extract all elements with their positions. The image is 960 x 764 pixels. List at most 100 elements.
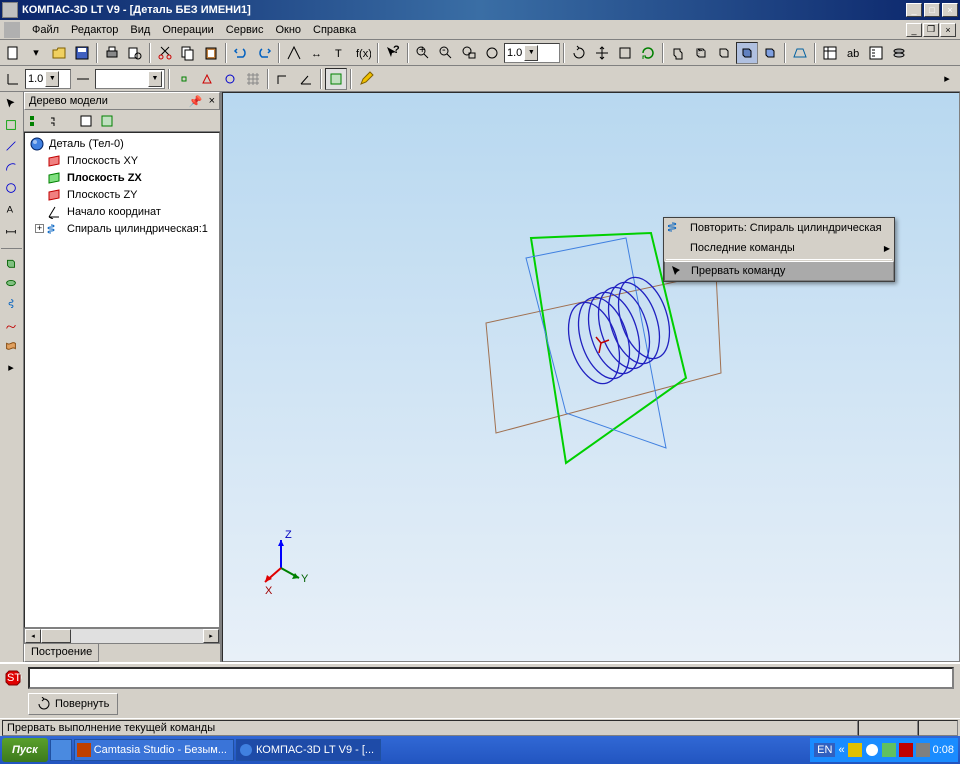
command-tab-rotate[interactable]: Повернуть (28, 693, 118, 715)
mdi-close-button[interactable]: × (940, 23, 956, 37)
tree-tool-4[interactable] (97, 111, 117, 131)
scroll-thumb[interactable] (41, 629, 71, 643)
tree-tab-build[interactable]: Построение (24, 644, 99, 662)
scroll-right-button[interactable]: ▸ (203, 629, 219, 643)
menu-file[interactable]: Файл (26, 22, 65, 38)
open-button[interactable] (48, 42, 70, 64)
help-cursor-button[interactable]: ? (382, 42, 404, 64)
dropdown-arrow-icon[interactable]: ▼ (524, 45, 538, 61)
mdi-restore-button[interactable]: ❐ (923, 23, 939, 37)
line-tool[interactable] (1, 136, 21, 156)
minimize-button[interactable]: _ (906, 3, 922, 17)
layers-button[interactable] (888, 42, 910, 64)
tool-text[interactable]: T (329, 42, 351, 64)
scroll-left-button[interactable]: ◂ (25, 629, 41, 643)
tray-icon-5[interactable] (916, 743, 930, 757)
shaded-edges-button[interactable] (759, 42, 781, 64)
dim-tool[interactable] (1, 220, 21, 240)
tray-icon-2[interactable] (865, 743, 879, 757)
start-button[interactable]: Пуск (2, 738, 48, 762)
redo-button[interactable] (253, 42, 275, 64)
3d-viewport[interactable]: Z Y X Повторить: Спираль цилиндрическая … (222, 92, 960, 662)
wireframe-button[interactable] (667, 42, 689, 64)
menu-view[interactable]: Вид (124, 22, 156, 38)
select-tool[interactable] (1, 94, 21, 114)
step-combo[interactable]: 1.0▼ (25, 69, 71, 89)
lang-indicator[interactable]: EN (814, 743, 835, 757)
perspective-button[interactable] (789, 42, 811, 64)
zoom-combo[interactable]: 1.0▼ (504, 43, 560, 63)
cut-button[interactable] (154, 42, 176, 64)
tree-plane-xy[interactable]: Плоскость XY (27, 152, 217, 169)
text-tool[interactable]: A (1, 199, 21, 219)
stop-button[interactable]: STOP (2, 667, 24, 689)
snap-center[interactable] (219, 68, 241, 90)
sketch-tool[interactable] (1, 115, 21, 135)
menu-operations[interactable]: Операции (156, 22, 219, 38)
menu-help[interactable]: Справка (307, 22, 362, 38)
menu-window[interactable]: Окно (269, 22, 307, 38)
sketch-mode-button[interactable] (325, 68, 347, 90)
mdi-minimize-button[interactable]: _ (906, 23, 922, 37)
tray-icon-4[interactable] (899, 743, 913, 757)
axis-button[interactable] (2, 68, 24, 90)
zoom-in-button[interactable]: + (412, 42, 434, 64)
zoom-fit-button[interactable] (481, 42, 503, 64)
style-combo[interactable]: ▼ (95, 69, 165, 89)
new-button[interactable] (2, 42, 24, 64)
surface-tool[interactable] (1, 336, 21, 356)
shaded-button[interactable] (736, 42, 758, 64)
expand-icon[interactable]: + (35, 224, 44, 233)
tree-scrollbar[interactable]: ◂ ▸ (24, 628, 220, 644)
close-button[interactable]: × (942, 3, 958, 17)
model-tree[interactable]: Деталь (Тел-0) Плоскость XY Плоскость ZX… (24, 132, 220, 628)
menu-editor[interactable]: Редактор (65, 22, 124, 38)
close-panel-icon[interactable]: × (209, 95, 215, 107)
dropdown-arrow-icon[interactable]: ▼ (45, 71, 59, 87)
clock[interactable]: 0:08 (933, 744, 954, 756)
tray-icon-1[interactable] (848, 743, 862, 757)
circle-tool[interactable] (1, 178, 21, 198)
hidden-lines-button[interactable] (690, 42, 712, 64)
expand-tool[interactable]: ▸ (1, 357, 21, 377)
refresh-button[interactable] (637, 42, 659, 64)
undo-button[interactable] (230, 42, 252, 64)
taskbar-task-2[interactable]: КОМПАС-3D LT V9 - [... (236, 739, 381, 761)
preview-button[interactable] (124, 42, 146, 64)
zoom-out-button[interactable]: - (435, 42, 457, 64)
edit-button[interactable] (355, 68, 377, 90)
tree-button[interactable] (865, 42, 887, 64)
tray-icon-3[interactable] (882, 743, 896, 757)
tray-arrow-icon[interactable]: « (838, 744, 844, 756)
maximize-button[interactable]: □ (924, 3, 940, 17)
no-hidden-button[interactable] (713, 42, 735, 64)
tree-root[interactable]: Деталь (Тел-0) (27, 135, 217, 152)
tree-tool-1[interactable] (25, 111, 45, 131)
tool-dim[interactable]: ↔ (306, 42, 328, 64)
view-button-1[interactable] (614, 42, 636, 64)
ctx-repeat[interactable]: Повторить: Спираль цилиндрическая (664, 218, 894, 238)
tree-tool-2[interactable] (46, 111, 66, 131)
tree-origin[interactable]: Начало координат (27, 203, 217, 220)
rotate-button[interactable] (568, 42, 590, 64)
more-button[interactable]: ▸ (936, 68, 958, 90)
curve-tool[interactable] (1, 315, 21, 335)
quicklaunch-1[interactable] (50, 739, 72, 761)
arc-tool[interactable] (1, 157, 21, 177)
snap-mid[interactable] (196, 68, 218, 90)
extrude-tool[interactable] (1, 252, 21, 272)
tool-orient[interactable] (283, 42, 305, 64)
tree-plane-zy[interactable]: Плоскость ZY (27, 186, 217, 203)
copy-button[interactable] (177, 42, 199, 64)
snap-end[interactable] (173, 68, 195, 90)
command-input[interactable] (28, 667, 954, 689)
spiral-tool[interactable] (1, 294, 21, 314)
ortho-button[interactable] (272, 68, 294, 90)
tree-plane-zx[interactable]: Плоскость ZX (27, 169, 217, 186)
save-button[interactable] (71, 42, 93, 64)
angle-button[interactable] (295, 68, 317, 90)
dropdown-arrow[interactable]: ▾ (25, 42, 47, 64)
tool-fx[interactable]: f(x) (352, 42, 374, 64)
properties-button[interactable] (819, 42, 841, 64)
menu-service[interactable]: Сервис (220, 22, 270, 38)
